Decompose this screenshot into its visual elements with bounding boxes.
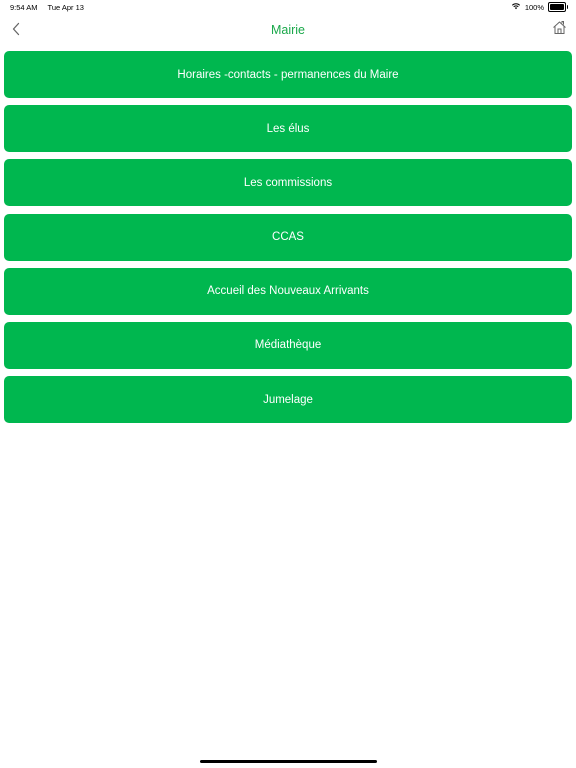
menu-item-label: Horaires -contacts - permanences du Mair… (177, 68, 399, 81)
battery-icon (548, 2, 568, 12)
home-button[interactable] (550, 21, 568, 39)
battery-percent: 100% (524, 2, 544, 12)
status-bar: 9:54 AM Tue Apr 13 100% (0, 0, 576, 14)
menu-item-horaires[interactable]: Horaires -contacts - permanences du Mair… (4, 51, 572, 98)
nav-bar: Mairie (0, 14, 576, 48)
menu-list: Horaires -contacts - permanences du Mair… (4, 51, 572, 430)
menu-item-ccas[interactable]: CCAS (4, 213, 572, 261)
wifi-icon (511, 2, 521, 12)
menu-item-accueil[interactable]: Accueil des Nouveaux Arrivants (4, 267, 572, 315)
menu-item-label: Médiathèque (254, 339, 322, 352)
screen: 9:54 AM Tue Apr 13 100% Mairie Horaires … (0, 0, 576, 768)
menu-item-label: Les commissions (243, 176, 333, 189)
status-left: 9:54 AM Tue Apr 13 (10, 3, 84, 12)
status-date: Tue Apr 13 (47, 3, 84, 12)
menu-item-commissions[interactable]: Les commissions (4, 159, 572, 207)
menu-item-label: Jumelage (263, 393, 313, 406)
home-indicator (200, 760, 377, 763)
status-time: 9:54 AM (10, 3, 38, 12)
menu-item-label: CCAS (272, 231, 304, 244)
menu-item-mediatheque[interactable]: Médiathèque (4, 321, 572, 369)
battery-level (550, 4, 564, 10)
home-icon (552, 20, 567, 40)
menu-item-label: Les élus (266, 122, 310, 135)
menu-item-label: Accueil des Nouveaux Arrivants (207, 285, 369, 298)
page-title: Mairie (270, 23, 306, 37)
menu-item-jumelage[interactable]: Jumelage (4, 376, 572, 424)
status-right: 100% (511, 2, 568, 12)
menu-item-elus[interactable]: Les élus (4, 105, 572, 153)
